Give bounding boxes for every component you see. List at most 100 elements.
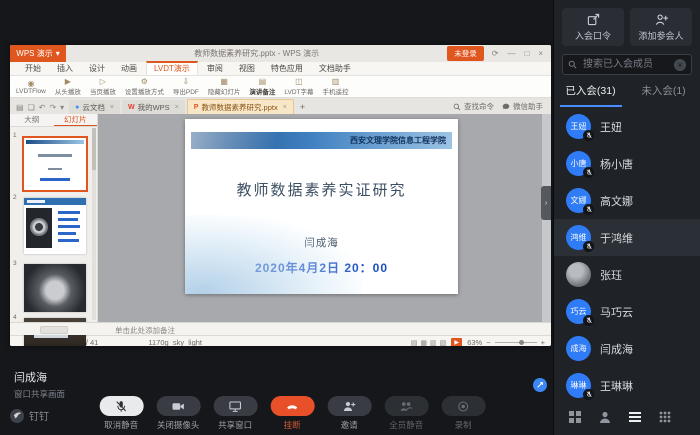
add-participant-button[interactable]: 添加参会人: [630, 8, 692, 46]
expand-view-button[interactable]: [533, 378, 547, 392]
meeting-code-button[interactable]: 入会口令: [562, 8, 624, 46]
save-icon[interactable]: ❏: [28, 103, 35, 112]
record-button[interactable]: 录制: [438, 396, 488, 431]
slide-thumbnail-3[interactable]: [24, 264, 86, 312]
slide-thumbnail-1[interactable]: [24, 138, 86, 190]
panel-scrollbar[interactable]: [92, 128, 96, 320]
normal-view-icon[interactable]: ▤: [411, 339, 418, 347]
share-window-button[interactable]: 共享窗口: [210, 396, 260, 431]
close-tab-icon[interactable]: ×: [283, 104, 287, 111]
member-name: 于鸿维: [600, 230, 633, 246]
ribbon-button-speaker-notes[interactable]: ▤演讲备注: [249, 77, 275, 96]
member-row[interactable]: 琳琳 王琳琳: [554, 367, 700, 404]
zoom-slider-thumb[interactable]: [519, 340, 524, 345]
clear-search-icon[interactable]: ×: [674, 59, 686, 71]
menu-icon[interactable]: ▤: [16, 103, 24, 112]
theme-name: 1170g_sky_light: [148, 338, 202, 346]
slide-datetime: 2020年4月2日 20：00: [185, 259, 458, 276]
wps-app-badge[interactable]: WPS 演示▾: [10, 45, 66, 62]
notes-placeholder[interactable]: 单击此处添加备注: [115, 325, 175, 336]
close-tab-icon[interactable]: ×: [110, 104, 114, 111]
member-row[interactable]: 王妞 王妞: [554, 108, 700, 145]
zoom-out-icon[interactable]: −: [486, 338, 490, 346]
tab-not-joined[interactable]: 未入会(1): [627, 83, 700, 104]
slide-sorter-icon[interactable]: ▦: [420, 339, 427, 347]
maximize-button[interactable]: □: [524, 49, 529, 58]
wechat-helper[interactable]: 微信助手: [502, 101, 543, 112]
current-slide[interactable]: 西安文理学院信息工程学院 教师数据素养实证研究 闫成海 2020年4月2日 20…: [185, 119, 458, 294]
list-view-button[interactable]: [628, 410, 642, 429]
panel-collapse-handle[interactable]: ›: [541, 186, 551, 220]
tab-home[interactable]: 开始: [18, 62, 48, 75]
ribbon-button-play-current[interactable]: ▷当页播放: [90, 77, 116, 96]
slideshow-play-button[interactable]: ▶: [451, 338, 462, 347]
wps-window: WPS 演示▾ 教师数据素养研究.pptx - WPS 演示 未登录 ⟳ — □…: [10, 45, 551, 346]
minimize-button[interactable]: —: [507, 49, 515, 58]
unmute-button[interactable]: 取消静音: [96, 396, 146, 431]
panel-tab-outline[interactable]: 大纲: [10, 114, 54, 126]
member-row[interactable]: 小唐 杨小唐: [554, 145, 700, 182]
member-row[interactable]: 张珏: [554, 256, 700, 293]
play-start-icon: ▶: [65, 77, 71, 86]
new-tab-button[interactable]: +: [300, 102, 305, 112]
doc-tab-cloud[interactable]: ●云文档×: [69, 100, 120, 114]
export-pdf-icon: ⇩: [183, 77, 190, 86]
tab-lvdt-show[interactable]: LVDT演示: [146, 61, 198, 75]
tab-special-apps[interactable]: 特色应用: [264, 62, 310, 75]
ribbon-button-export-pdf[interactable]: ⇩导出PDF: [173, 77, 199, 96]
panel-tab-slides[interactable]: 幻灯片: [54, 114, 98, 126]
search-input[interactable]: [581, 58, 670, 71]
chevron-down-icon[interactable]: ▾: [60, 103, 64, 112]
zoom-slider[interactable]: [495, 342, 537, 343]
member-row[interactable]: 鸿维 于鸿维: [554, 219, 700, 256]
member-row[interactable]: 巧云 马巧云: [554, 293, 700, 330]
slide-thumbnail-2[interactable]: [24, 198, 86, 254]
slide-author: 闫成海: [185, 235, 458, 250]
ribbon-button-play-from-start[interactable]: ▶从头播放: [55, 77, 81, 96]
grid-view-button[interactable]: [568, 410, 582, 429]
search-icon: [568, 60, 577, 69]
mute-all-button[interactable]: 全员静音: [381, 396, 431, 431]
member-row[interactable]: 文娜 高文娜: [554, 182, 700, 219]
reading-view-icon[interactable]: ▥: [430, 339, 437, 347]
ribbon-button-lvdt-subtitle[interactable]: ◫LVDT字幕: [284, 77, 313, 96]
close-tab-icon[interactable]: ×: [175, 104, 179, 111]
hangup-button[interactable]: 挂断: [267, 396, 317, 431]
zoom-in-icon[interactable]: +: [541, 338, 545, 346]
ribbon-button-phone-remote[interactable]: ▥手机遥控: [323, 77, 349, 96]
speaker-view-button[interactable]: [598, 410, 612, 429]
ribbon-button-lvdtflow[interactable]: ◉LVDTFlow: [16, 79, 46, 95]
doc-tab-mywps[interactable]: W我的WPS×: [122, 100, 185, 114]
tab-animation[interactable]: 动画: [114, 62, 144, 75]
member-row[interactable]: 成海 闫成海: [554, 330, 700, 367]
ribbon-button-play-settings[interactable]: ⚙设置播放方式: [125, 77, 164, 96]
invite-button[interactable]: 邀请: [324, 396, 374, 431]
avatar: [566, 262, 591, 287]
notes-splitter-handle[interactable]: [40, 326, 68, 334]
avatar: 琳琳: [566, 373, 591, 398]
camera-off-button[interactable]: 关闭摄像头: [153, 396, 203, 431]
search-icon: [453, 103, 461, 111]
ribbon-button-hide-slide[interactable]: ▦隐藏幻灯片: [208, 77, 241, 96]
tab-insert[interactable]: 插入: [50, 62, 80, 75]
doc-tab-presentation[interactable]: P教师数据素养研究.pptx×: [187, 99, 294, 114]
tab-joined[interactable]: 已入会(31): [554, 83, 627, 104]
member-list: 王妞 王妞 小唐 杨小唐 文娜 高文娜 鸿维 于鸿维 张珏 巧云 马巧云 成海 …: [554, 108, 700, 405]
thumb-number: 1: [13, 132, 17, 139]
tab-view[interactable]: 视图: [232, 62, 262, 75]
undo-icon[interactable]: ↶: [39, 103, 46, 112]
gallery-view-button[interactable]: [658, 410, 672, 429]
window-controls: ⟳ — □ ×: [492, 49, 543, 58]
notes-view-icon[interactable]: ▧: [440, 339, 447, 347]
login-button[interactable]: 未登录: [447, 46, 484, 61]
tab-design[interactable]: 设计: [82, 62, 112, 75]
tab-doc-assistant[interactable]: 文档助手: [312, 62, 358, 75]
redo-icon[interactable]: ↷: [49, 103, 56, 112]
panel-tabs: 大纲 幻灯片: [10, 114, 97, 127]
sync-icon[interactable]: ⟳: [492, 49, 499, 58]
find-command[interactable]: 查找命令: [453, 101, 494, 112]
tab-review[interactable]: 审阅: [200, 62, 230, 75]
play-current-icon: ▷: [100, 77, 106, 86]
close-button[interactable]: ×: [538, 49, 543, 58]
subtitle-icon: ◫: [295, 77, 303, 86]
